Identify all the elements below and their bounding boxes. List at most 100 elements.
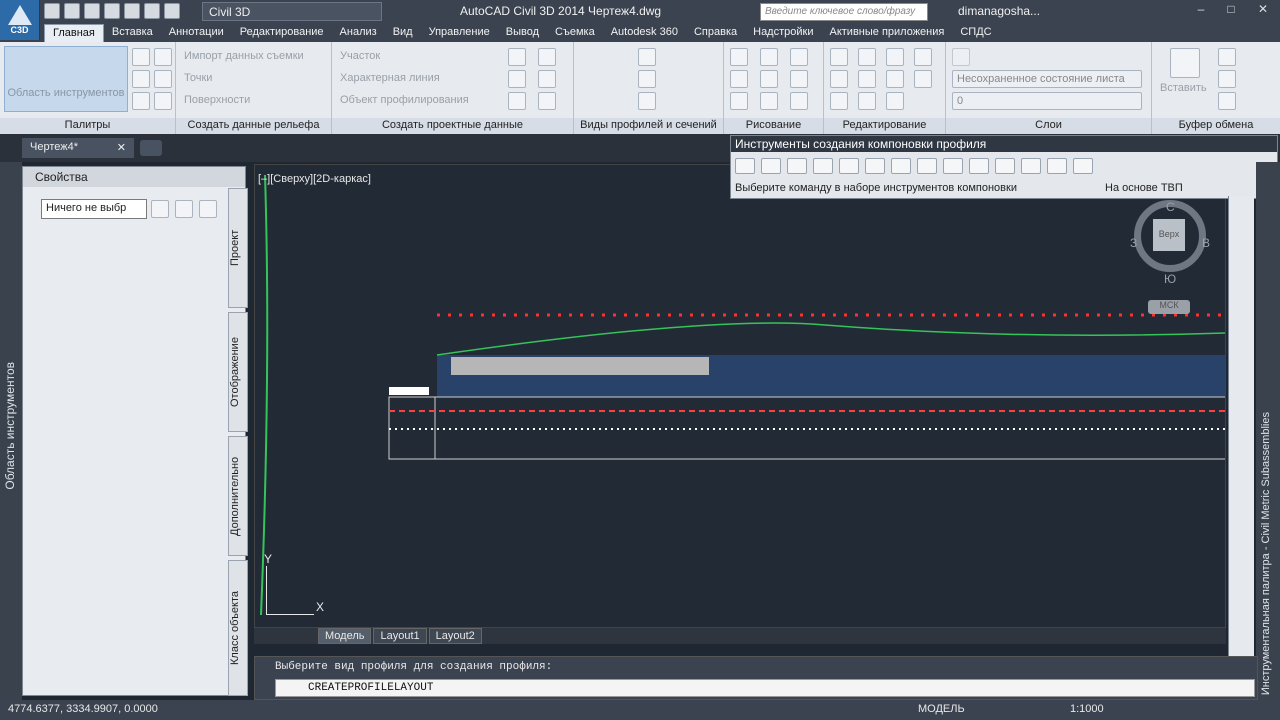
command-input[interactable]: CREATEPROFILELAYOUT <box>275 679 1255 697</box>
tool-area-palette[interactable]: Область инструментов <box>0 162 22 700</box>
undo-icon[interactable] <box>144 3 160 19</box>
search-input[interactable]: Введите ключевое слово/фразу <box>760 3 928 21</box>
assembly-icon[interactable] <box>538 70 556 88</box>
tool-area-button[interactable]: Область инструментов <box>4 46 128 112</box>
view-cube-top[interactable]: Верх <box>1153 219 1185 251</box>
spline-icon[interactable] <box>730 92 748 110</box>
mirror-icon[interactable] <box>858 70 876 88</box>
panel-label[interactable]: Слои <box>946 118 1151 134</box>
ucs-menu[interactable]: МСК <box>1148 300 1190 314</box>
match-properties-icon[interactable] <box>1218 92 1236 110</box>
tab-view[interactable]: Вид <box>385 24 421 42</box>
trim-icon[interactable] <box>886 48 904 66</box>
layer-select[interactable]: 0 <box>952 92 1142 110</box>
user-name[interactable]: dimanagosha... <box>958 4 1040 18</box>
circle-icon[interactable] <box>760 70 778 88</box>
sub-entity-icon[interactable] <box>917 158 937 174</box>
redo-icon[interactable] <box>1073 158 1093 174</box>
section-view-icon[interactable] <box>638 92 656 110</box>
ellipse-icon[interactable] <box>760 92 778 110</box>
tab-help[interactable]: Справка <box>686 24 745 42</box>
viewport-label[interactable]: [–][Сверху][2D-каркас] <box>258 173 371 185</box>
surfaces-item[interactable]: Поверхности <box>184 94 250 106</box>
rotate-icon[interactable] <box>858 48 876 66</box>
import-survey-item[interactable]: Импорт данных съемки <box>184 50 304 62</box>
tab-annotate[interactable]: Аннотации <box>161 24 232 42</box>
maximize-icon[interactable]: □ <box>1216 2 1246 20</box>
close-tab-icon[interactable]: ✕ <box>117 141 126 154</box>
model-space-toggle[interactable]: МОДЕЛЬ <box>918 703 965 715</box>
layer-properties-icon[interactable] <box>952 48 970 66</box>
tab-home[interactable]: Главная <box>44 24 104 42</box>
panel-label[interactable]: Рисование <box>724 118 823 134</box>
panel-label[interactable]: Создать данные рельефа <box>176 118 331 134</box>
pipe-icon[interactable] <box>538 92 556 110</box>
tab-layout1[interactable]: Layout1 <box>373 628 427 644</box>
tab-spds[interactable]: СПДС <box>952 24 999 42</box>
undo-icon[interactable] <box>1047 158 1067 174</box>
palette-icon[interactable] <box>132 48 150 66</box>
save-icon[interactable] <box>84 3 100 19</box>
tab-addins[interactable]: Надстройки <box>745 24 821 42</box>
curve-tool-icon[interactable] <box>865 158 885 174</box>
move-pvi-icon[interactable] <box>813 158 833 174</box>
tab-model[interactable]: Модель <box>318 628 372 644</box>
redo-icon[interactable] <box>164 3 180 19</box>
construction-line-icon[interactable] <box>730 70 748 88</box>
delete-pvi-icon[interactable] <box>787 158 807 174</box>
feature-line-item[interactable]: Характерная линия <box>340 72 440 84</box>
palette-icon[interactable] <box>154 92 172 110</box>
tab-layout2[interactable]: Layout2 <box>428 628 482 644</box>
palette-icon[interactable] <box>132 92 150 110</box>
fillet-icon[interactable] <box>886 70 904 88</box>
rectangle-icon[interactable] <box>790 92 808 110</box>
copy-profile-icon[interactable] <box>969 158 989 174</box>
explode-icon[interactable] <box>914 70 932 88</box>
drawing-canvas[interactable] <box>254 164 1226 628</box>
parcel-item[interactable]: Участок <box>340 50 380 62</box>
tab-manage[interactable]: Управление <box>421 24 498 42</box>
save-as-icon[interactable] <box>104 3 120 19</box>
workspace-select[interactable]: Civil 3D <box>202 2 382 21</box>
polyline-icon[interactable] <box>760 48 778 66</box>
selection-select[interactable]: Ничего не выбр <box>41 199 147 219</box>
tab-insert[interactable]: Вставка <box>104 24 161 42</box>
line-tool-icon[interactable] <box>839 158 859 174</box>
panel-label[interactable]: Редактирование <box>824 118 945 134</box>
open-icon[interactable] <box>64 3 80 19</box>
array-icon[interactable] <box>886 92 904 110</box>
palette-icon[interactable] <box>154 70 172 88</box>
tab-a360[interactable]: Autodesk 360 <box>603 24 686 42</box>
annotation-scale[interactable]: 1:1000 <box>1070 703 1104 715</box>
hatch-icon[interactable] <box>790 70 808 88</box>
print-icon[interactable] <box>124 3 140 19</box>
tab-output[interactable]: Вывод <box>498 24 547 42</box>
tab-object-class[interactable]: Класс объекта <box>228 560 248 696</box>
sample-lines-icon[interactable] <box>638 70 656 88</box>
pvi-editor-icon[interactable] <box>995 158 1015 174</box>
paste-icon[interactable] <box>1170 48 1200 78</box>
tab-display[interactable]: Отображение <box>228 312 248 432</box>
alignment-icon[interactable] <box>508 48 526 66</box>
application-menu-button[interactable]: C3D <box>0 0 40 40</box>
new-icon[interactable] <box>44 3 60 19</box>
layer-state-select[interactable]: Несохраненное состояние листа <box>952 70 1142 88</box>
tab-extra[interactable]: Дополнительно <box>228 436 248 556</box>
panel-label[interactable]: Создать проектные данные <box>332 118 573 134</box>
tab-survey[interactable]: Съемка <box>547 24 603 42</box>
copy-clip-icon[interactable] <box>1218 70 1236 88</box>
raise-lower-icon[interactable] <box>943 158 963 174</box>
panel-label[interactable]: Палитры <box>0 118 175 134</box>
tab-project[interactable]: Проект <box>228 188 248 308</box>
line-icon[interactable] <box>730 48 748 66</box>
paste-button[interactable]: Вставить <box>1160 82 1207 94</box>
panel-label[interactable]: Виды профилей и сечений <box>574 118 723 134</box>
intersection-icon[interactable] <box>538 48 556 66</box>
palette-icon[interactable] <box>132 70 150 88</box>
corridor-icon[interactable] <box>508 92 526 110</box>
erase-icon[interactable] <box>914 48 932 66</box>
grid-view-icon[interactable] <box>1021 158 1041 174</box>
cut-icon[interactable] <box>1218 48 1236 66</box>
arc-icon[interactable] <box>790 48 808 66</box>
grading-item[interactable]: Объект профилирования <box>340 94 469 106</box>
